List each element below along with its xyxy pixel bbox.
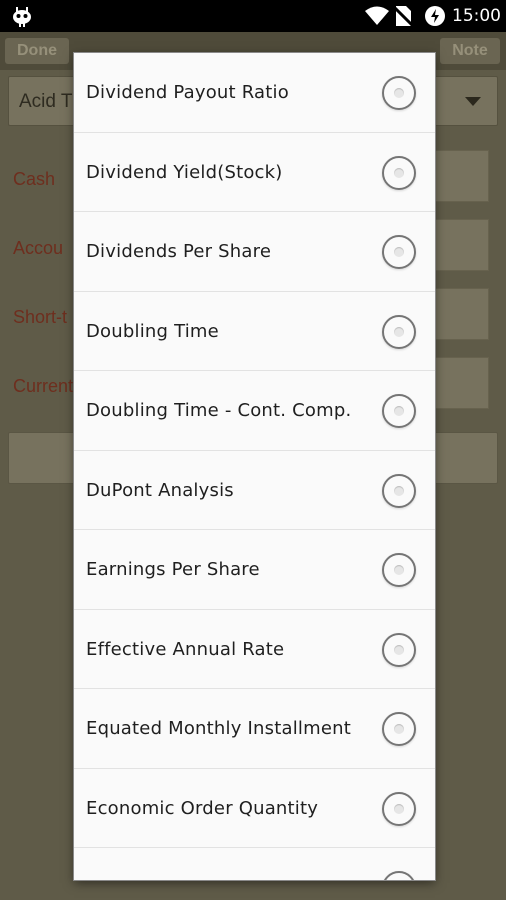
option-label: Equated Monthly Installment — [86, 718, 351, 739]
radio-button[interactable] — [382, 235, 416, 269]
option-dividend-yield-stock[interactable]: Dividend Yield(Stock) — [74, 133, 435, 212]
no-sim-icon — [393, 5, 413, 27]
current-liabilities-label: Current — [13, 376, 74, 396]
radio-button[interactable] — [382, 155, 416, 190]
clock: 15:00 — [452, 6, 501, 26]
calculator-select-dialog: Dividend Payout Ratio Dividend Yield(Sto… — [74, 53, 435, 880]
cash-label: Cash — [13, 169, 56, 189]
option-label: DuPont Analysis — [86, 479, 234, 501]
option-earnings-per-share[interactable]: Earnings Per Share — [74, 530, 435, 610]
radio-button[interactable] — [382, 791, 416, 826]
option-label: Dividend Yield(Stock) — [86, 161, 283, 183]
radio-button[interactable] — [382, 712, 416, 746]
option-label: Economic Order Quantity — [86, 797, 319, 819]
option-dividends-per-share[interactable]: Dividends Per Share — [74, 212, 435, 292]
radio-button[interactable] — [382, 394, 416, 428]
radio-button[interactable] — [382, 632, 416, 667]
radio-button[interactable] — [382, 871, 416, 880]
radio-button[interactable] — [382, 314, 416, 349]
done-button[interactable]: Done — [5, 38, 69, 64]
option-label: Dividends Per Share — [86, 241, 272, 262]
spinner-value: Acid T — [19, 91, 73, 112]
option-doubling-time[interactable]: Doubling Time — [74, 292, 435, 371]
radio-button[interactable] — [382, 76, 416, 110]
option-label: Doubling Time - Cont. Comp. — [86, 400, 352, 421]
accounts-receivable-label: Accou — [13, 238, 64, 258]
option-equated-monthly-installment[interactable]: Equated Monthly Installment — [74, 689, 435, 769]
option-dividend-payout-ratio[interactable]: Dividend Payout Ratio — [74, 53, 435, 133]
radio-button[interactable] — [382, 473, 416, 508]
option-label: Dividend Payout Ratio — [86, 82, 289, 103]
option-label: Earnings Per Share — [86, 559, 260, 580]
option-dupont-analysis[interactable]: DuPont Analysis — [74, 451, 435, 530]
option-effective-annual-rate[interactable]: Effective Annual Rate — [74, 610, 435, 689]
android-debug-icon — [13, 7, 31, 27]
short-term-investments-label: Short-t — [13, 307, 68, 327]
wifi-icon — [365, 6, 389, 25]
option-partial-next[interactable] — [74, 848, 435, 880]
radio-button[interactable] — [382, 553, 416, 587]
option-label: Effective Annual Rate — [86, 638, 285, 660]
option-doubling-time-cont-comp[interactable]: Doubling Time - Cont. Comp. — [74, 371, 435, 451]
battery-charging-icon — [425, 6, 445, 26]
dropdown-arrow-icon — [465, 97, 481, 106]
note-button[interactable]: Note — [440, 38, 500, 64]
option-label: Doubling Time — [86, 320, 219, 342]
status-bar: 15:00 — [0, 0, 506, 32]
option-economic-order-quantity[interactable]: Economic Order Quantity — [74, 769, 435, 848]
